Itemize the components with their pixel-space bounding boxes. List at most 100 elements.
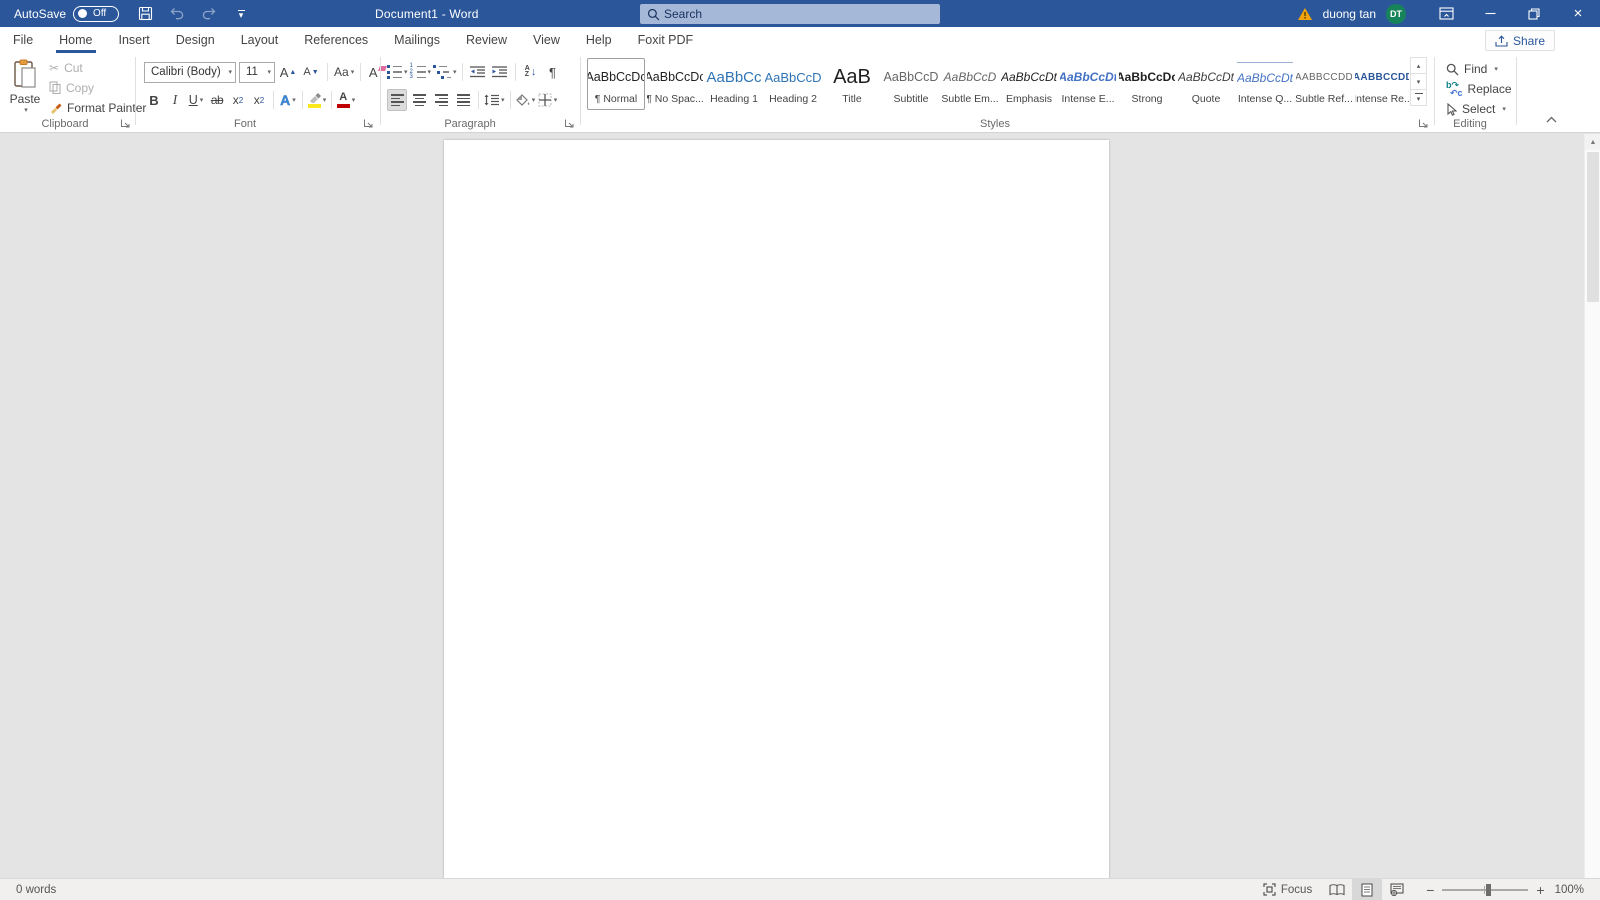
tab-review[interactable]: Review	[453, 27, 520, 53]
user-name[interactable]: duong tan	[1323, 7, 1376, 21]
collapse-ribbon-button[interactable]	[1542, 112, 1560, 126]
align-left-button[interactable]	[387, 89, 407, 111]
style-quote[interactable]: AaBbCcDt Quote	[1177, 58, 1235, 110]
close-button[interactable]: ×	[1556, 0, 1600, 27]
italic-button[interactable]: I	[165, 89, 185, 111]
superscript-button[interactable]: x2	[249, 89, 269, 111]
zoom-out-button[interactable]: −	[1426, 885, 1434, 895]
style-intense-emphasis[interactable]: AaBbCcDt Intense E...	[1059, 58, 1117, 110]
redo-button[interactable]	[199, 4, 219, 24]
vertical-scrollbar[interactable]: ▲	[1584, 134, 1600, 878]
style-subtitle[interactable]: AaBbCcD Subtitle	[882, 58, 940, 110]
zoom-slider[interactable]	[1442, 889, 1528, 891]
save-button[interactable]	[135, 4, 155, 24]
cut-button[interactable]: ✂ Cut	[46, 59, 149, 76]
align-center-button[interactable]	[409, 89, 429, 111]
styles-dialog-launcher[interactable]	[1418, 118, 1429, 129]
word-count[interactable]: 0 words	[16, 884, 56, 896]
style-normal[interactable]: AaBbCcDc ¶ Normal	[587, 58, 645, 110]
style-emphasis[interactable]: AaBbCcDt Emphasis	[1000, 58, 1058, 110]
line-spacing-button[interactable]: ▾	[484, 89, 505, 111]
document-page[interactable]	[444, 140, 1109, 878]
select-button[interactable]: Select ▾	[1443, 100, 1515, 118]
align-right-button[interactable]	[431, 89, 451, 111]
styles-scroll-down-button[interactable]: ▾	[1410, 73, 1427, 90]
tab-references[interactable]: References	[291, 27, 381, 53]
bold-button[interactable]: B	[144, 89, 164, 111]
tab-home[interactable]: Home	[46, 27, 105, 53]
font-size-select[interactable]: 11 ▾	[239, 62, 275, 83]
style-no-spacing[interactable]: AaBbCcDc ¶ No Spac...	[646, 58, 704, 110]
customize-qat-button[interactable]: ▾	[231, 4, 251, 24]
share-button[interactable]: Share	[1485, 30, 1555, 51]
tab-insert[interactable]: Insert	[106, 27, 163, 53]
bullets-button[interactable]: ▾	[387, 61, 408, 83]
titlebar-right-cluster: duong tan DT ×	[1297, 0, 1600, 27]
increase-indent-button[interactable]	[490, 61, 510, 83]
numbering-button[interactable]: 123 ▾	[410, 61, 432, 83]
tab-view[interactable]: View	[520, 27, 573, 53]
clear-formatting-button[interactable]: A	[367, 61, 387, 83]
grow-font-button[interactable]: A▲	[278, 61, 298, 83]
autosave-toggle[interactable]: Off	[73, 6, 119, 22]
ribbon-display-options-button[interactable]	[1424, 0, 1468, 27]
sort-button[interactable]: AZ ↓	[521, 61, 541, 83]
avatar[interactable]: DT	[1386, 4, 1406, 24]
replace-button[interactable]: b↷↶c Replace	[1443, 80, 1515, 98]
copy-button[interactable]: Copy	[46, 79, 149, 96]
styles-more-button[interactable]: ▾	[1410, 89, 1427, 106]
zoom-in-button[interactable]: +	[1536, 885, 1544, 895]
separator	[327, 63, 328, 81]
scroll-up-arrow[interactable]: ▲	[1585, 134, 1600, 150]
search-input[interactable]: Search	[640, 4, 940, 24]
underline-button[interactable]: U▾	[186, 89, 206, 111]
focus-mode-button[interactable]: Focus	[1253, 879, 1322, 900]
scrollbar-thumb[interactable]	[1587, 152, 1599, 302]
find-button[interactable]: Find ▾	[1443, 60, 1515, 78]
tab-layout[interactable]: Layout	[228, 27, 292, 53]
undo-button[interactable]	[167, 4, 187, 24]
tab-file[interactable]: File	[0, 27, 46, 53]
show-hide-formatting-button[interactable]: ¶	[543, 61, 563, 83]
font-dialog-launcher[interactable]	[363, 118, 374, 129]
shrink-font-button[interactable]: A▼	[301, 61, 321, 83]
highlight-button[interactable]: ▾	[307, 89, 327, 111]
borders-button[interactable]: ▾	[538, 89, 558, 111]
style-heading-2[interactable]: AaBbCcD Heading 2	[764, 58, 822, 110]
shading-button[interactable]: ▾	[516, 89, 536, 111]
text-effects-button[interactable]: A▾	[278, 89, 298, 111]
style-intense-quote[interactable]: AaBbCcDt Intense Q...	[1236, 58, 1294, 110]
style-heading-1[interactable]: AaBbCc Heading 1	[705, 58, 763, 110]
web-layout-button[interactable]	[1382, 879, 1412, 900]
paragraph-dialog-launcher[interactable]	[564, 118, 575, 129]
tab-help[interactable]: Help	[573, 27, 625, 53]
minimize-button[interactable]	[1468, 0, 1512, 27]
style-subtle-reference[interactable]: AABBCCDD Subtle Ref...	[1295, 58, 1353, 110]
font-name-select[interactable]: Calibri (Body) ▾	[144, 62, 236, 83]
close-icon: ×	[1574, 6, 1583, 21]
print-layout-button[interactable]	[1352, 879, 1382, 900]
read-mode-button[interactable]	[1322, 879, 1352, 900]
style-subtle-emphasis[interactable]: AaBbCcD Subtle Em...	[941, 58, 999, 110]
strikethrough-button[interactable]: ab	[207, 89, 227, 111]
tab-mailings[interactable]: Mailings	[381, 27, 453, 53]
tab-foxit-pdf[interactable]: Foxit PDF	[625, 27, 707, 53]
font-color-button[interactable]: A ▾	[336, 89, 356, 111]
warning-icon[interactable]	[1297, 7, 1313, 21]
multilevel-list-button[interactable]: ▾	[433, 61, 457, 83]
subscript-button[interactable]: x2	[228, 89, 248, 111]
justify-button[interactable]	[453, 89, 473, 111]
format-painter-button[interactable]: Format Painter	[46, 99, 149, 116]
paste-button[interactable]: Paste ▾	[8, 59, 42, 123]
tab-design[interactable]: Design	[163, 27, 228, 53]
style-intense-reference[interactable]: AABBCCDD Intense Re...	[1354, 58, 1409, 110]
style-title[interactable]: AaB Title	[823, 58, 881, 110]
zoom-slider-handle[interactable]	[1486, 884, 1491, 896]
restore-button[interactable]	[1512, 0, 1556, 27]
styles-scroll-up-button[interactable]: ▴	[1410, 57, 1427, 74]
decrease-indent-button[interactable]	[468, 61, 488, 83]
style-strong[interactable]: AaBbCcDc Strong	[1118, 58, 1176, 110]
change-case-button[interactable]: Aa▾	[334, 61, 354, 83]
zoom-percentage[interactable]: 100%	[1555, 884, 1584, 896]
clipboard-dialog-launcher[interactable]	[120, 118, 131, 129]
